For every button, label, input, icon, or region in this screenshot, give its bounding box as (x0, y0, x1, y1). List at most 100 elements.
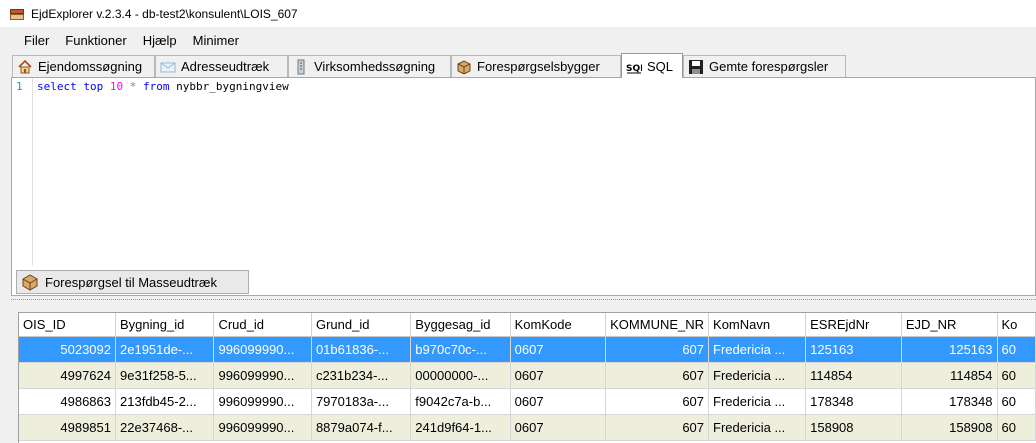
table-cell[interactable]: 0607 (510, 388, 607, 415)
table-cell[interactable]: 996099990... (213, 336, 312, 363)
line-number: 1 (16, 80, 23, 93)
table-cell[interactable]: 22e37468-... (115, 414, 215, 441)
floppy-icon (688, 59, 704, 75)
tab-label: Forespørgselsbygger (477, 59, 600, 74)
sql-number: 10 (109, 80, 124, 93)
table-cell[interactable]: 125163 (805, 336, 902, 363)
tab-label: Gemte forespørgsler (709, 59, 829, 74)
column-header[interactable]: OIS_ID (19, 313, 117, 337)
app-logo-icon (9, 6, 25, 22)
table-cell[interactable]: 60 (997, 336, 1036, 363)
table-cell[interactable]: 125163 (901, 336, 998, 363)
envelope-icon (160, 59, 176, 75)
table-cell[interactable]: 0607 (510, 362, 607, 389)
building-icon (293, 59, 309, 75)
table-cell[interactable]: Fredericia ... (708, 362, 807, 389)
tab-ejendomssoegning[interactable]: Ejendomssøgning (12, 55, 155, 77)
table-cell[interactable]: 158908 (805, 414, 902, 441)
table-cell[interactable]: 7970183a-... (311, 388, 412, 415)
sql-icon: SQL (626, 58, 646, 74)
table-row[interactable]: 5023092 2e1951de-... 996099990... 01b618… (19, 336, 1036, 363)
table-cell[interactable]: Fredericia ... (708, 388, 807, 415)
menu-bar: Filer Funktioner Hjælp Minimer (0, 27, 1036, 54)
column-header[interactable]: EJD_NR (901, 313, 998, 337)
sql-table-name: nybbr_bygningview (176, 80, 289, 93)
table-cell[interactable]: 114854 (805, 362, 902, 389)
table-cell[interactable]: 01b61836-... (311, 336, 412, 363)
house-icon (17, 59, 33, 75)
table-cell[interactable]: 996099990... (213, 414, 312, 441)
table-cell[interactable]: 5023092 (19, 336, 117, 363)
table-cell[interactable]: 0607 (510, 336, 607, 363)
table-cell[interactable]: 996099990... (213, 362, 312, 389)
menu-funktioner[interactable]: Funktioner (57, 27, 134, 54)
table-cell[interactable]: 8879a074-f... (311, 414, 412, 441)
table-cell[interactable]: 178348 (805, 388, 902, 415)
mass-extract-button[interactable]: Forespørgsel til Masseudtræk (16, 270, 249, 294)
table-cell[interactable]: 114854 (901, 362, 998, 389)
table-cell[interactable]: f9042c7a-b... (410, 388, 511, 415)
table-cell[interactable]: 178348 (901, 388, 998, 415)
table-cell[interactable]: 00000000-... (410, 362, 511, 389)
column-header[interactable]: KomNavn (708, 313, 807, 337)
table-row[interactable]: 4989851 22e37468-... 996099990... 8879a0… (19, 414, 1036, 441)
table-cell[interactable]: 996099990... (213, 388, 312, 415)
table-cell[interactable]: 60 (997, 362, 1036, 389)
sql-keyword-top: top (83, 80, 104, 93)
table-cell[interactable]: 4986863 (19, 388, 117, 415)
table-cell[interactable]: 607 (605, 388, 710, 415)
table-cell[interactable]: b970c70c-... (410, 336, 511, 363)
sql-code-line[interactable]: select top 10 * from nybbr_bygningview (37, 80, 289, 93)
column-header[interactable]: Bygning_id (115, 313, 215, 337)
tab-forespoergselsbygger[interactable]: Forespørgselsbygger (451, 55, 621, 77)
sql-star: * (129, 80, 137, 93)
header-row: OIS_ID Bygning_id Crud_id Grund_id Bygge… (19, 313, 1036, 337)
table-cell[interactable]: 0607 (510, 414, 607, 441)
tab-sql[interactable]: SQL SQL (621, 53, 683, 78)
sql-keyword-from: from (143, 80, 170, 93)
sql-panel: 1 select top 10 * from nybbr_bygningview… (11, 77, 1036, 296)
table-cell[interactable]: 60 (997, 414, 1036, 441)
column-header[interactable]: Byggesag_id (410, 313, 511, 337)
column-header[interactable]: Grund_id (311, 313, 412, 337)
table-cell[interactable]: 2e1951de-... (115, 336, 215, 363)
table-cell[interactable]: 60 (997, 388, 1036, 415)
results-grid[interactable]: OIS_ID Bygning_id Crud_id Grund_id Bygge… (18, 312, 1036, 443)
column-header[interactable]: KOMMUNE_NR (605, 313, 710, 337)
results-table: OIS_ID Bygning_id Crud_id Grund_id Bygge… (19, 313, 1036, 441)
column-header[interactable]: Ko (997, 313, 1036, 337)
table-row[interactable]: 4997624 9e31f258-5... 996099990... c231b… (19, 362, 1036, 389)
table-cell[interactable]: 4989851 (19, 414, 117, 441)
table-cell[interactable]: 241d9f64-1... (410, 414, 511, 441)
table-cell[interactable]: 158908 (901, 414, 998, 441)
table-cell[interactable]: 607 (605, 336, 710, 363)
table-cell[interactable]: 607 (605, 414, 710, 441)
column-header[interactable]: ESREjdNr (805, 313, 902, 337)
table-cell[interactable]: 9e31f258-5... (115, 362, 215, 389)
table-cell[interactable]: c231b234-... (311, 362, 412, 389)
tab-label: SQL (647, 58, 674, 74)
tab-label: Adresseudtræk (181, 59, 270, 74)
table-row[interactable]: 4986863 213fdb45-2... 996099990... 79701… (19, 388, 1036, 415)
menu-filer[interactable]: Filer (16, 27, 57, 54)
line-number-gutter: 1 (12, 78, 33, 266)
table-cell[interactable]: 607 (605, 362, 710, 389)
sql-editor[interactable]: 1 select top 10 * from nybbr_bygningview (12, 78, 1035, 266)
sql-keyword-select: select (37, 80, 77, 93)
table-cell[interactable]: Fredericia ... (708, 336, 807, 363)
tab-label: Ejendomssøgning (38, 59, 143, 74)
splitter-handle[interactable] (11, 299, 1036, 305)
tab-adresseudtraek[interactable]: Adresseudtræk (155, 55, 288, 77)
tab-virksomhedssoegning[interactable]: Virksomhedssøgning (288, 55, 451, 77)
tab-strip: Ejendomssøgning Adresseudtræk Virksomhed… (0, 53, 1036, 78)
menu-minimer[interactable]: Minimer (185, 27, 247, 54)
menu-hjaelp[interactable]: Hjælp (135, 27, 185, 54)
column-header[interactable]: KomKode (510, 313, 607, 337)
table-cell[interactable]: 4997624 (19, 362, 117, 389)
table-cell[interactable]: Fredericia ... (708, 414, 807, 441)
window-title: EjdExplorer v.2.3.4 - db-test2\konsulent… (31, 6, 298, 21)
table-cell[interactable]: 213fdb45-2... (115, 388, 215, 415)
box-icon (456, 59, 472, 75)
column-header[interactable]: Crud_id (213, 313, 312, 337)
tab-gemte-forespoergsler[interactable]: Gemte forespørgsler (683, 55, 846, 77)
